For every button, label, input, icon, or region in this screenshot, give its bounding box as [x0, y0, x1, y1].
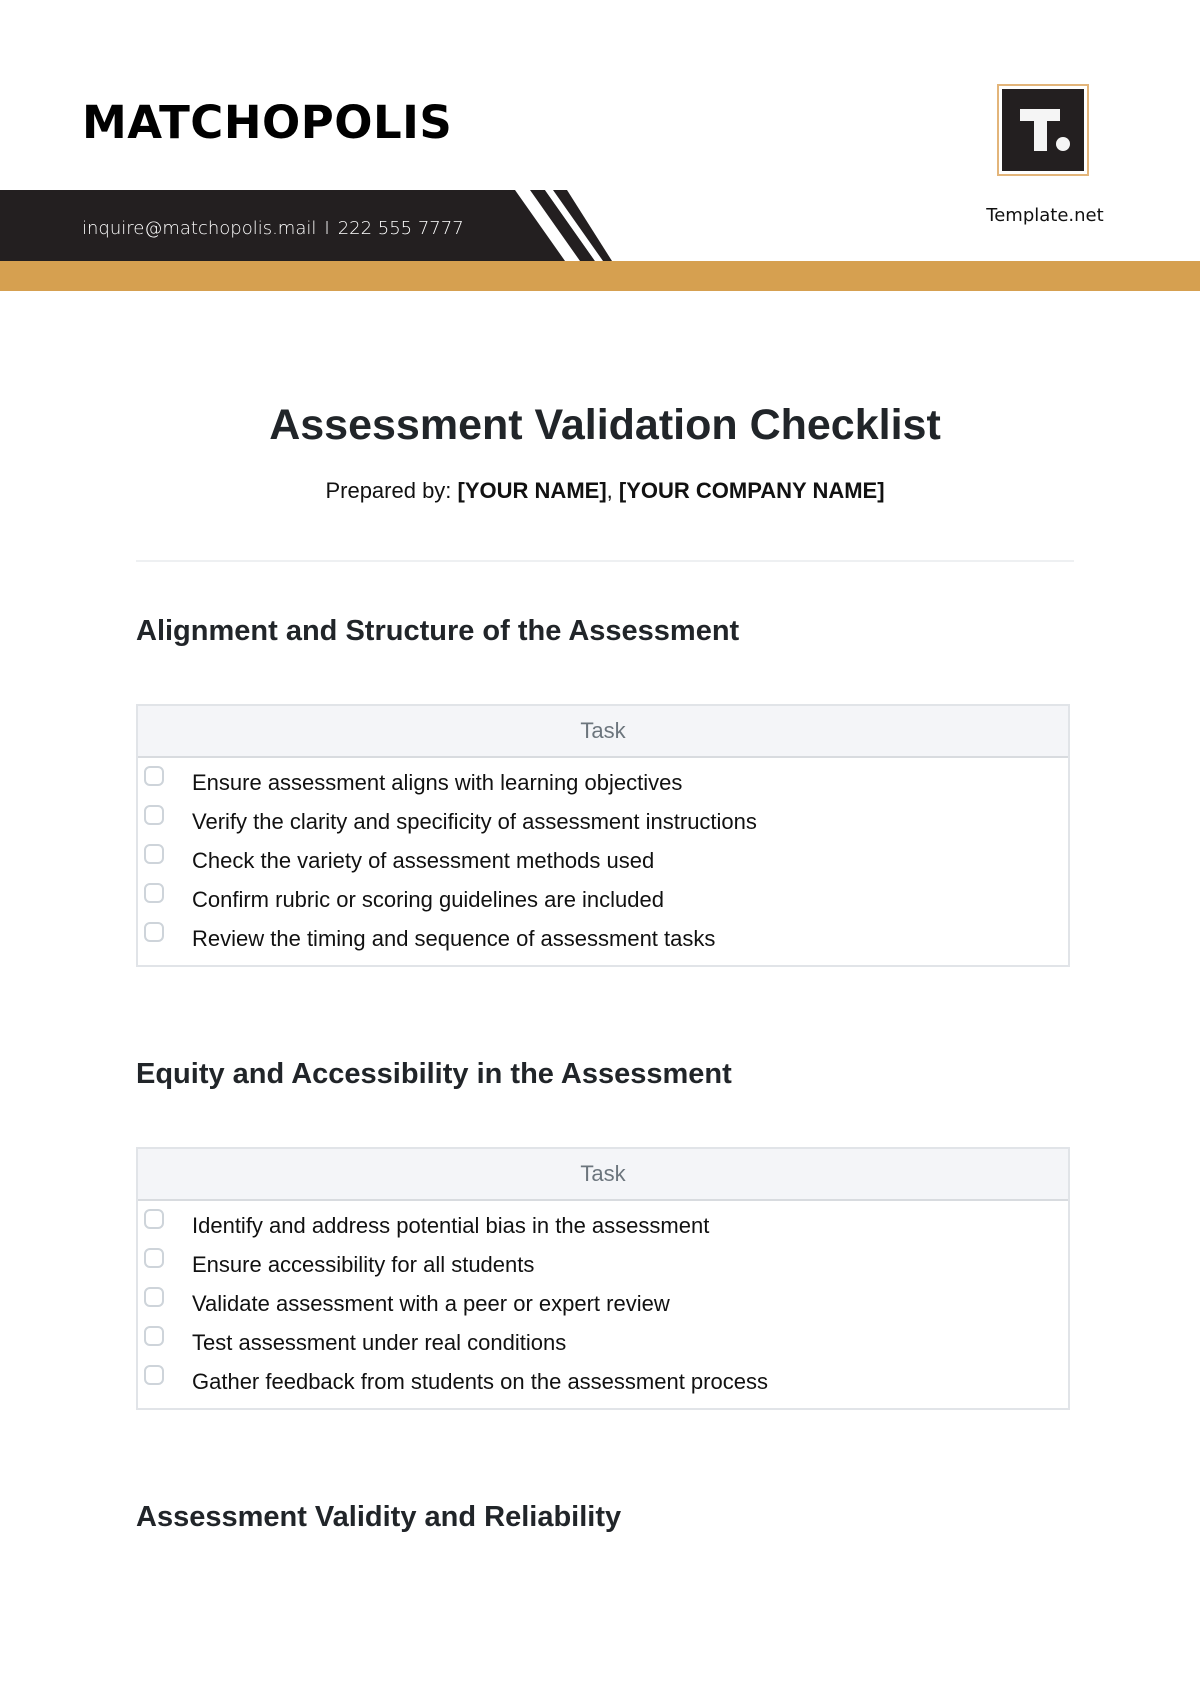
task-label: Validate assessment with a peer or exper… [192, 1291, 670, 1316]
task-row: Ensure assessment aligns with learning o… [138, 764, 1068, 803]
task-checkbox[interactable] [144, 805, 164, 825]
task-row: Check the variety of assessment methods … [138, 842, 1068, 881]
task-row: Review the timing and sequence of assess… [138, 920, 1068, 959]
task-label: Review the timing and sequence of assess… [192, 926, 716, 951]
task-label: Ensure assessment aligns with learning o… [192, 770, 683, 795]
task-row: Validate assessment with a peer or exper… [138, 1285, 1068, 1324]
contact-email: inquire@matchopolis.mail [82, 218, 317, 239]
company-brand-name: MATCHOPOLIS [82, 96, 453, 149]
task-checkbox[interactable] [144, 883, 164, 903]
contact-info: inquire@matchopolis.mail I 222 555 7777 [82, 218, 464, 239]
task-table: Task Ensure assessment aligns with learn… [136, 704, 1070, 967]
task-list: Ensure assessment aligns with learning o… [138, 758, 1068, 965]
task-label: Test assessment under real conditions [192, 1330, 567, 1355]
task-row: Identify and address potential bias in t… [138, 1207, 1068, 1246]
task-label: Identify and address potential bias in t… [192, 1213, 710, 1238]
task-checkbox[interactable] [144, 1287, 164, 1307]
section-title: Alignment and Structure of the Assessmen… [136, 615, 740, 647]
task-row: Verify the clarity and specificity of as… [138, 803, 1068, 842]
task-label: Check the variety of assessment methods … [192, 848, 655, 873]
prepared-label: Prepared by: [325, 478, 452, 503]
task-label: Ensure accessibility for all students [192, 1252, 535, 1277]
prepared-comma: , [606, 478, 613, 503]
task-row: Confirm rubric or scoring guidelines are… [138, 881, 1068, 920]
task-row: Gather feedback from students on the ass… [138, 1363, 1068, 1402]
task-checkbox[interactable] [144, 1326, 164, 1346]
logo-t-glyph-icon [1020, 109, 1070, 151]
contact-separator: I [324, 218, 330, 239]
gold-accent-band [0, 261, 1200, 291]
section-title: Assessment Validity and Reliability [136, 1501, 622, 1533]
title-divider [136, 560, 1074, 562]
task-row: Test assessment under real conditions [138, 1324, 1068, 1363]
prepared-name: [YOUR NAME] [457, 478, 607, 503]
task-label: Gather feedback from students on the ass… [192, 1369, 768, 1394]
task-label: Verify the clarity and specificity of as… [192, 809, 757, 834]
task-column-header: Task [138, 1149, 1068, 1201]
logo-caption: Template.net [986, 205, 1104, 226]
task-checkbox[interactable] [144, 844, 164, 864]
task-checkbox[interactable] [144, 766, 164, 786]
task-table: Task Identify and address potential bias… [136, 1147, 1070, 1410]
prepared-company: [YOUR COMPANY NAME] [618, 478, 885, 503]
document-title: Assessment Validation Checklist [269, 401, 941, 449]
template-net-logo-icon [997, 84, 1089, 176]
task-label: Confirm rubric or scoring guidelines are… [192, 887, 665, 912]
task-checkbox[interactable] [144, 922, 164, 942]
task-checkbox[interactable] [144, 1248, 164, 1268]
task-list: Identify and address potential bias in t… [138, 1201, 1068, 1408]
task-row: Ensure accessibility for all students [138, 1246, 1068, 1285]
prepared-by: Prepared by: [YOUR NAME], [YOUR COMPANY … [0, 478, 1200, 504]
contact-phone: 222 555 7777 [337, 218, 464, 239]
section-title: Equity and Accessibility in the Assessme… [136, 1058, 732, 1090]
task-column-header: Task [138, 706, 1068, 758]
task-checkbox[interactable] [144, 1209, 164, 1229]
task-checkbox[interactable] [144, 1365, 164, 1385]
